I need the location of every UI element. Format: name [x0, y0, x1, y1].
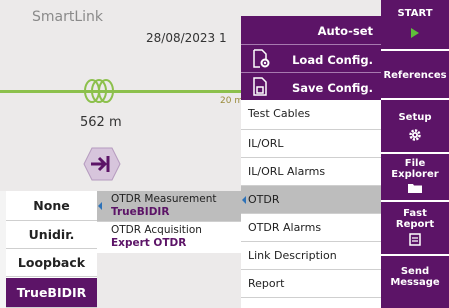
menu-item-otdr-measurement[interactable]: OTDR Measurement TrueBIDIR: [97, 191, 241, 222]
menu-item-label: OTDR: [248, 193, 280, 206]
fast-report-button[interactable]: Fast Report: [381, 208, 449, 250]
menu-item-value: TrueBIDIR: [111, 206, 170, 218]
menu-item-label: OTDR Alarms: [248, 221, 322, 234]
menu-item-label: IL/ORL: [248, 137, 284, 150]
menu-item-label: OTDR Acquisition: [111, 224, 202, 236]
mode-option-truebidir[interactable]: TrueBIDIR: [6, 278, 97, 308]
menu-item-label: OTDR Measurement: [111, 193, 217, 205]
gear-icon: [409, 129, 421, 141]
menu-item-otdr-alarms[interactable]: OTDR Alarms: [241, 214, 381, 242]
report-icon: [409, 233, 421, 246]
menu-item-value: Expert OTDR: [111, 237, 187, 249]
sidebar-divider: [381, 98, 449, 100]
auto-set-button[interactable]: Auto-set: [241, 16, 381, 44]
splitter-icon: [83, 147, 121, 181]
menu-item-il-orl-alarms[interactable]: IL/ORL Alarms: [241, 158, 381, 186]
menu-item-otdr[interactable]: OTDR: [241, 186, 381, 214]
date-display: 28/08/2023 1: [146, 31, 227, 45]
fast-report-label: Fast Report: [395, 208, 435, 230]
fiber-length: 562 m: [80, 115, 122, 130]
setup-button[interactable]: Setup: [381, 112, 449, 152]
menu-item-label: IL/ORL Alarms: [248, 165, 326, 178]
submenu-arrow-icon: [98, 202, 102, 210]
right-sidebar: START References Setup File Explorer Fas…: [381, 0, 449, 308]
config-dropdown: Auto-set Load Config. Save Config.: [241, 16, 381, 100]
setup-submenu: Test Cables IL/ORL IL/ORL Alarms OTDR OT…: [241, 100, 381, 308]
send-message-button[interactable]: Send Message: [381, 266, 449, 298]
menu-item-label: Link Description: [248, 249, 337, 262]
submenu-arrow-icon: [242, 196, 246, 204]
event-distance: 20 m: [220, 96, 244, 106]
mode-option-none[interactable]: None: [6, 191, 97, 221]
load-config-label: Load Config.: [292, 53, 373, 67]
menu-item-otdr-acquisition[interactable]: OTDR Acquisition Expert OTDR: [97, 222, 241, 253]
start-button[interactable]: START: [381, 8, 449, 52]
sidebar-divider: [381, 152, 449, 154]
menu-item-il-orl[interactable]: IL/ORL: [241, 130, 381, 158]
references-label: References: [383, 70, 447, 81]
menu-item-report[interactable]: Report: [241, 270, 381, 298]
file-explorer-label: File Explorer: [391, 158, 439, 180]
sidebar-divider: [381, 254, 449, 256]
sidebar-divider: [381, 49, 449, 51]
menu-item-label: Report: [248, 277, 285, 290]
references-button[interactable]: References: [381, 70, 449, 90]
play-icon: [411, 28, 419, 38]
setup-label: Setup: [398, 112, 432, 123]
file-gear-icon: [253, 49, 270, 68]
send-message-label: Send Message: [390, 266, 440, 288]
auto-set-label: Auto-set: [317, 24, 373, 38]
fiber-coil-icon: [84, 79, 114, 103]
measurement-mode-menu: None Unidir. Loopback TrueBIDIR: [0, 191, 97, 308]
folder-icon: [408, 184, 422, 193]
load-config-button[interactable]: Load Config.: [241, 45, 381, 73]
menu-item-test-cables[interactable]: Test Cables: [241, 100, 381, 130]
menu-item-link-description[interactable]: Link Description: [241, 242, 381, 270]
mode-option-loopback[interactable]: Loopback: [6, 249, 97, 277]
save-config-label: Save Config.: [292, 81, 373, 95]
file-explorer-button[interactable]: File Explorer: [381, 158, 449, 196]
sidebar-divider: [381, 200, 449, 202]
save-config-button[interactable]: Save Config.: [241, 73, 381, 101]
app-title: SmartLink: [32, 9, 104, 25]
otdr-submenu: OTDR Measurement TrueBIDIR OTDR Acquisit…: [97, 191, 241, 253]
menu-item-label: Test Cables: [248, 107, 311, 120]
file-save-icon: [253, 77, 267, 96]
start-label: START: [397, 8, 433, 19]
fiber-line: [0, 90, 260, 93]
mode-option-unidir[interactable]: Unidir.: [6, 221, 97, 249]
